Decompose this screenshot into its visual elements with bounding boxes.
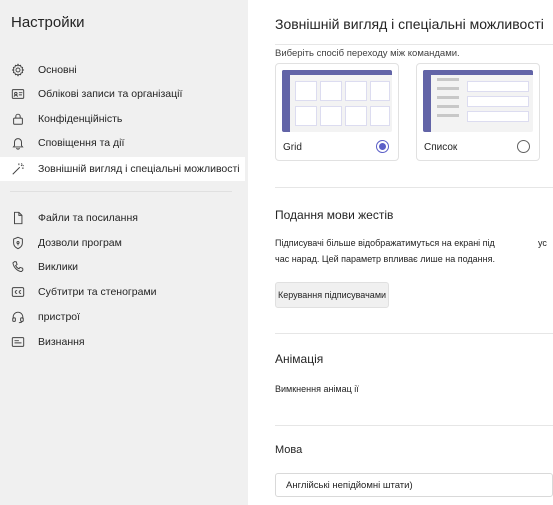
phone-icon	[10, 259, 26, 275]
layout-option-label: Список	[424, 142, 458, 153]
sidebar-item-label: Визнання	[38, 336, 85, 348]
grid-layout-preview	[282, 70, 392, 132]
sign-language-description-line2: час нарад. Цей параметр впливає лише на …	[275, 254, 495, 264]
language-select[interactable]: Англійські непідйомні штати)	[275, 473, 553, 497]
sign-language-title: Подання мови жестів	[275, 208, 394, 222]
grid-radio[interactable]	[376, 140, 389, 153]
sidebar-title: Настройки	[11, 14, 85, 31]
settings-content: Зовнішній вигляд і спеціальні можливості…	[248, 0, 553, 505]
page-title: Зовнішній вигляд і спеціальні можливості	[275, 16, 544, 32]
title-divider	[275, 44, 553, 45]
sidebar-item-general[interactable]: Основні	[0, 58, 245, 82]
sidebar-item-recognition[interactable]: Визнання	[0, 330, 245, 354]
sidebar-item-app-permissions[interactable]: Дозволи програм	[0, 231, 245, 255]
magic-wand-icon	[10, 161, 26, 177]
badge-icon	[10, 334, 26, 350]
sidebar-item-label: Дозволи програм	[38, 237, 122, 249]
sidebar-item-label: Субтитри та стенограми	[38, 286, 157, 298]
section-divider	[275, 425, 553, 426]
sidebar-item-calls[interactable]: Виклики	[0, 255, 245, 279]
animation-title: Анімація	[275, 352, 324, 366]
sidebar-divider	[10, 191, 232, 192]
sidebar-item-label: Конфіденційність	[38, 113, 123, 125]
list-layout-preview	[423, 70, 533, 132]
bell-icon	[10, 135, 26, 151]
language-title: Мова	[275, 444, 303, 456]
id-card-icon	[10, 86, 26, 102]
layout-option-grid[interactable]: Grid	[275, 63, 399, 161]
sidebar-item-label: Основні	[38, 64, 77, 76]
layout-option-label: Grid	[283, 142, 302, 153]
sign-language-description-cut: ус	[538, 238, 547, 248]
section-divider	[275, 187, 553, 188]
sidebar-item-label: Облікові записи та організації	[38, 88, 183, 100]
settings-sidebar: Настройки Основні Облікові записи та орг…	[0, 0, 248, 505]
layout-option-list[interactable]: Список	[416, 63, 540, 161]
sidebar-item-label: Файли та посилання	[38, 212, 138, 224]
sidebar-item-captions[interactable]: Субтитри та стенограми	[0, 280, 245, 304]
headset-icon	[10, 309, 26, 325]
sidebar-item-privacy[interactable]: Конфіденційність	[0, 107, 245, 131]
list-radio[interactable]	[517, 140, 530, 153]
lock-icon	[10, 111, 26, 127]
sidebar-item-notifications[interactable]: Сповіщення та дії	[0, 131, 245, 155]
manage-signers-button[interactable]: Керування підписувачами	[275, 282, 389, 308]
sidebar-item-files[interactable]: Файли та посилання	[0, 206, 245, 230]
section-divider	[275, 333, 553, 334]
gear-icon	[10, 62, 26, 78]
sidebar-item-label: пристрої	[38, 311, 81, 323]
file-icon	[10, 210, 26, 226]
sidebar-item-devices[interactable]: пристрої	[0, 305, 245, 329]
sidebar-item-appearance[interactable]: Зовнішній вигляд і спеціальні можливості	[0, 157, 245, 181]
navigation-hint: Виберіть спосіб переходу між командами.	[275, 48, 460, 59]
closed-captions-icon	[10, 284, 26, 300]
animation-toggle-label: Вимкнення анімац ії	[275, 384, 359, 394]
shield-icon	[10, 235, 26, 251]
sidebar-item-label: Виклики	[38, 261, 79, 273]
sidebar-item-accounts[interactable]: Облікові записи та організації	[0, 82, 245, 106]
sidebar-item-label: Зовнішній вигляд і спеціальні можливості	[38, 163, 240, 175]
sidebar-item-label: Сповіщення та дії	[38, 137, 125, 149]
